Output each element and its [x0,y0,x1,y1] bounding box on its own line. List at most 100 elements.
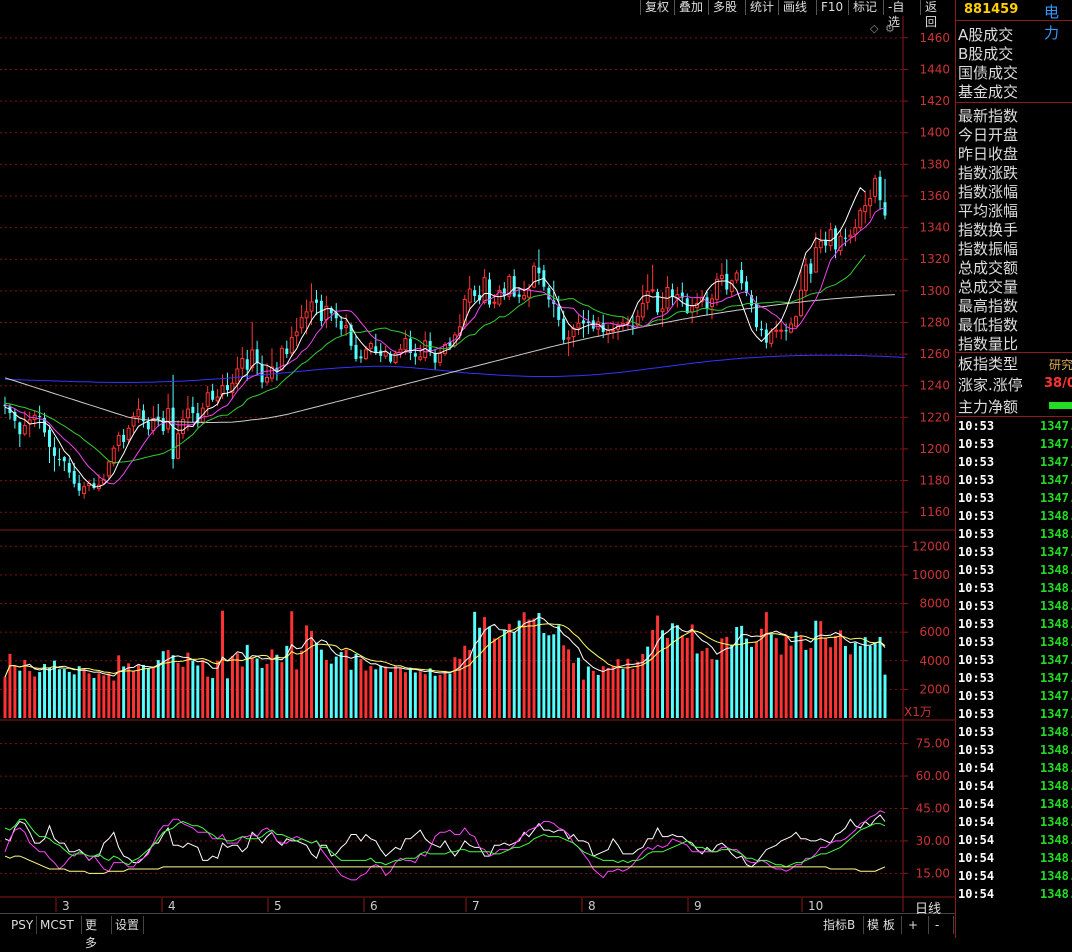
candle-body [809,263,813,274]
candle-body [211,390,215,400]
volume-bar [245,644,249,718]
price-tick-label: 1360 [919,189,950,203]
price-tick-label: 1200 [919,442,950,456]
price-tick-label: 1180 [919,474,950,488]
candle-body [379,350,383,356]
toolbar-button[interactable]: -自选 [883,0,920,29]
tick-price: 1348. [1040,833,1072,847]
volume-bar [784,635,788,718]
toolbar-button[interactable]: 标记 [848,0,883,15]
candle-body [581,320,585,324]
kline-chart[interactable]: 1160 1180 1200 1220 1240 1260 1280 1300 1320 1340… [0,16,955,916]
tick-price: 1348. [1040,851,1072,865]
tick-price: 1348. [1040,563,1072,577]
candle-body [640,302,645,318]
candle-body [344,325,349,329]
volume-bar [334,656,338,718]
x-tick-label: 10 [808,899,823,913]
toolbar-button[interactable]: 画线 [778,0,816,15]
toolbar-button[interactable]: 统计 [745,0,778,15]
template-button[interactable]: 指标B [820,916,864,934]
candle-body [403,338,408,351]
tick-price: 1348. [1040,599,1072,613]
tick-price: 1347. [1040,545,1072,559]
volume-bar [843,646,847,718]
volume-bar [488,626,491,718]
indicator-tab[interactable]: PSY [8,916,37,934]
candle-body [818,240,823,249]
volume-bar [824,638,828,718]
toolbar-button[interactable]: F10 [816,0,848,15]
tick-price: 1348. [1040,509,1072,523]
candle-body [482,277,487,304]
volume-bar [740,625,744,718]
diamond-icon[interactable]: ◇ [870,22,879,35]
quote-label: 昨日收盘 [958,145,1019,163]
toolbar-button[interactable]: 复权 [640,0,674,15]
candle-body [759,328,763,331]
candle [438,348,443,367]
tick-price: 1347. [1040,707,1072,721]
volume-bar [235,653,239,718]
candle [774,320,779,338]
tick-time: 10:54 [958,815,995,829]
volume-bar [295,669,299,718]
volume-bar [834,635,838,718]
volume-bar [829,647,833,718]
gear-icon[interactable]: ⚙ [885,22,895,35]
bottom-indicator-bar: PSY MCST 更多 设置 指标B 模 板 + - [0,913,955,950]
indicator-tab[interactable]: 设置 [112,916,144,934]
candle-body [374,346,378,353]
psy-lines [4,810,886,881]
x-tick-label: 3 [62,899,70,913]
candle-body [156,416,160,419]
volume-bar [48,667,51,718]
toolbar-button[interactable]: 返回 [920,0,952,29]
volume-bar [804,649,808,718]
candle [478,285,482,305]
price-tick-label: 1460 [919,31,950,45]
psy-line [4,818,886,868]
tick-time: 10:53 [958,635,995,649]
index-name: 电力 [1044,3,1060,42]
panel-separator [956,416,1072,417]
x-tick-label: 5 [274,899,282,913]
toolbar-button[interactable]: 叠加 [674,0,708,15]
tick-row: 10:53 1348. [958,509,1072,527]
volume-bar [542,633,546,718]
price-tick-label: 1220 [919,410,950,424]
candle-body [705,297,709,309]
volume-bar [67,671,71,718]
volume-bar [868,645,872,718]
template-button[interactable]: + [905,916,929,934]
tick-price: 1347. [1040,455,1072,469]
candle [759,320,763,337]
volume-bar [23,660,27,718]
volume-bar [502,629,506,718]
candle-body [363,349,368,360]
tick-price: 1347. [1040,653,1072,667]
indicator-tab[interactable]: MCST [37,916,82,934]
toolbar-button[interactable]: 多股 [708,0,745,15]
candle-body [18,422,22,435]
volume-bar [878,637,882,718]
candle [853,219,858,242]
quote-label: 国债成交 [958,64,1019,82]
tick-price: 1348. [1040,527,1072,541]
volume-bar [191,660,195,718]
template-button[interactable]: 模 板 [864,916,902,934]
candle [62,456,66,472]
indicator-tab[interactable]: 更多 [82,916,112,950]
template-button[interactable]: - [932,916,954,934]
candle-body [813,247,818,273]
candle-body [576,322,581,329]
volume-bar [354,654,358,718]
volume-bar [611,666,615,718]
quote-label: 总成交额 [958,259,1019,277]
volume-bar [379,665,383,718]
x-tick-label: 4 [168,899,176,913]
candle-body [215,396,220,402]
tick-price: 1348. [1040,581,1072,595]
tick-row: 10:54 1348. [958,815,1072,833]
candle-body [185,408,190,419]
